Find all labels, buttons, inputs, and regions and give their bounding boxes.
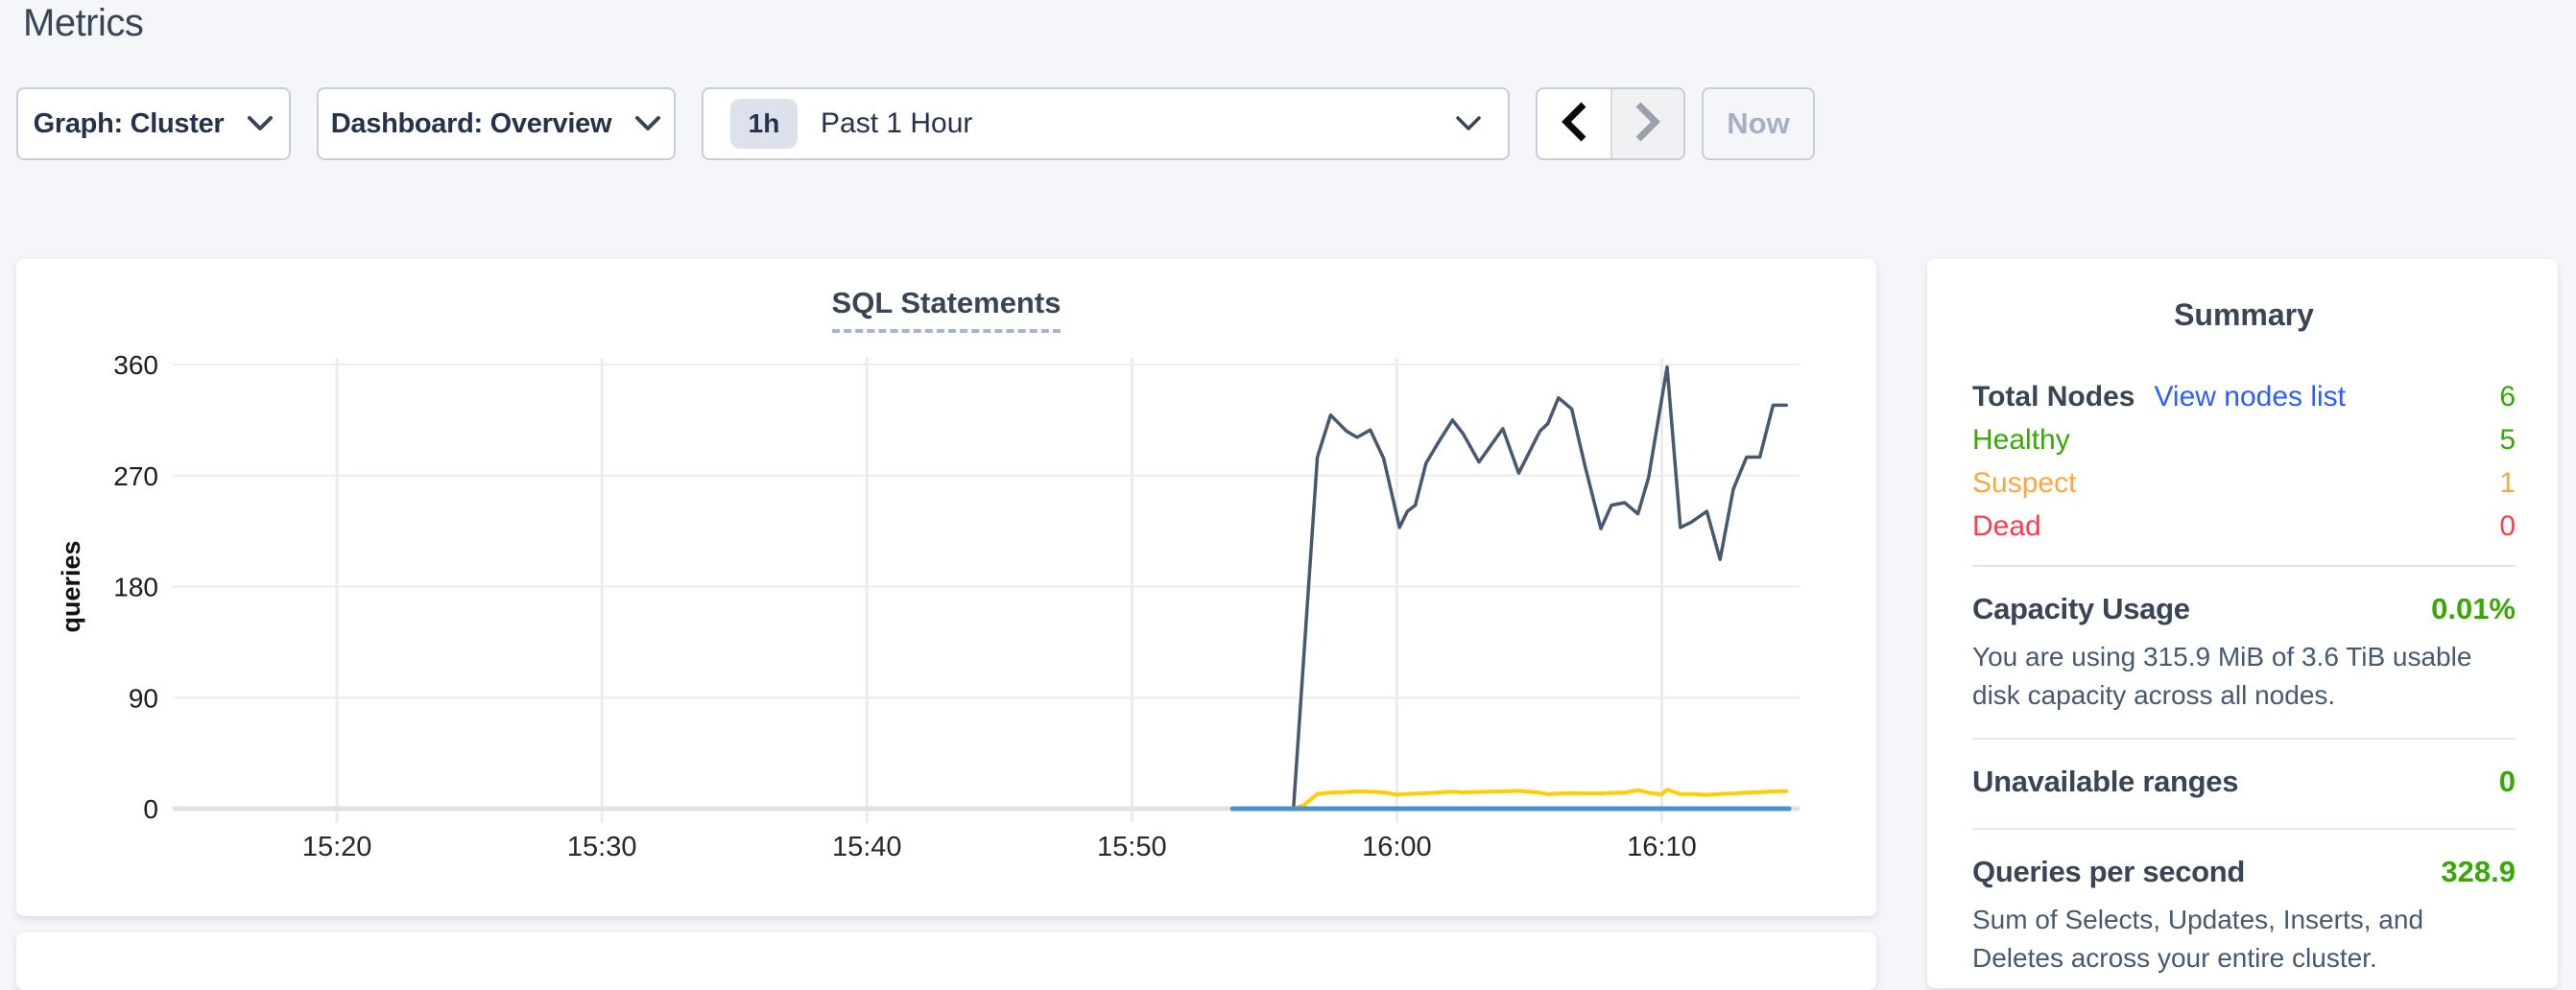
svg-text:90: 90 [129, 683, 158, 713]
summary-panel: Summary Total Nodes View nodes list 6 He… [1927, 259, 2558, 988]
navy-line [1294, 367, 1787, 809]
dead-label: Dead [1972, 510, 2041, 543]
queries-per-second-section: Queries per second 328.9 Sum of Selects,… [1972, 830, 2516, 978]
graph-dropdown[interactable]: Graph: Cluster [16, 87, 291, 160]
dead-nodes-row: Dead 0 [1972, 510, 2516, 554]
healthy-label: Healthy [1972, 424, 2070, 457]
chevron-down-icon [247, 115, 274, 132]
capacity-usage-description: You are using 315.9 MiB of 3.6 TiB usabl… [1972, 638, 2516, 715]
time-range-selector[interactable]: 1h Past 1 Hour [702, 87, 1510, 160]
svg-text:270: 270 [113, 461, 158, 491]
capacity-usage-section: Capacity Usage 0.01% You are using 315.9… [1972, 567, 2516, 738]
next-chart-card [16, 932, 1876, 990]
svg-text:15:50: 15:50 [1097, 832, 1167, 862]
total-nodes-label: Total Nodes [1972, 381, 2135, 413]
svg-text:360: 360 [113, 350, 158, 380]
svg-text:15:20: 15:20 [302, 832, 372, 862]
total-nodes-value: 6 [2499, 381, 2516, 413]
chevron-right-icon [1633, 101, 1663, 148]
queries-per-second-label: Queries per second [1972, 855, 2245, 889]
step-back-button[interactable] [1538, 89, 1610, 158]
queries-per-second-description: Sum of Selects, Updates, Inserts, and De… [1972, 901, 2516, 978]
sql-statements-chart: 15:20 15:30 15:40 15:50 16:00 16:10 0 90 180 270 3… [16, 259, 1876, 916]
svg-text:15:40: 15:40 [832, 832, 902, 862]
svg-text:0: 0 [143, 794, 158, 824]
now-button[interactable]: Now [1702, 87, 1815, 160]
svg-text:180: 180 [113, 573, 158, 602]
time-step-buttons [1536, 87, 1685, 160]
unavailable-ranges-section: Unavailable ranges 0 [1972, 740, 2516, 828]
graph-dropdown-label: Graph: Cluster [34, 108, 225, 140]
suspect-nodes-row: Suspect 1 [1972, 467, 2516, 510]
dead-value: 0 [2499, 510, 2516, 543]
yellow-line [1294, 790, 1787, 809]
suspect-value: 1 [2499, 467, 2516, 500]
step-forward-button[interactable] [1610, 89, 1683, 158]
capacity-usage-label: Capacity Usage [1972, 592, 2190, 626]
controls-bar: Graph: Cluster Dashboard: Overview 1h Pa… [0, 87, 2576, 160]
sql-statements-card: SQL Statements 15:2015:3015:4015:5016:00… [16, 259, 1876, 916]
page-title: Metrics [23, 2, 143, 45]
svg-text:15:30: 15:30 [567, 832, 637, 862]
suspect-label: Suspect [1972, 467, 2076, 500]
healthy-value: 5 [2499, 424, 2516, 457]
healthy-nodes-row: Healthy 5 [1972, 424, 2516, 467]
time-range-label: Past 1 Hour [821, 107, 972, 140]
dashboard-dropdown[interactable]: Dashboard: Overview [317, 87, 676, 160]
summary-title: Summary [1972, 259, 2516, 333]
view-nodes-list-link[interactable]: View nodes list [2154, 381, 2346, 413]
chevron-left-icon [1559, 101, 1589, 148]
chevron-down-icon [1456, 116, 1481, 132]
time-range-badge: 1h [730, 99, 798, 149]
svg-text:16:00: 16:00 [1362, 832, 1432, 862]
unavailable-ranges-value: 0 [2499, 765, 2516, 799]
chevron-down-icon [634, 115, 661, 132]
total-nodes-row: Total Nodes View nodes list 6 [1972, 381, 2516, 424]
unavailable-ranges-label: Unavailable ranges [1972, 765, 2238, 799]
nodes-block: Total Nodes View nodes list 6 Healthy 5 … [1972, 381, 2516, 554]
dashboard-dropdown-label: Dashboard: Overview [331, 108, 611, 140]
svg-text:16:10: 16:10 [1627, 832, 1697, 862]
queries-per-second-value: 328.9 [2441, 855, 2516, 889]
capacity-usage-value: 0.01% [2431, 592, 2516, 626]
svg-text:queries: queries [57, 540, 85, 632]
